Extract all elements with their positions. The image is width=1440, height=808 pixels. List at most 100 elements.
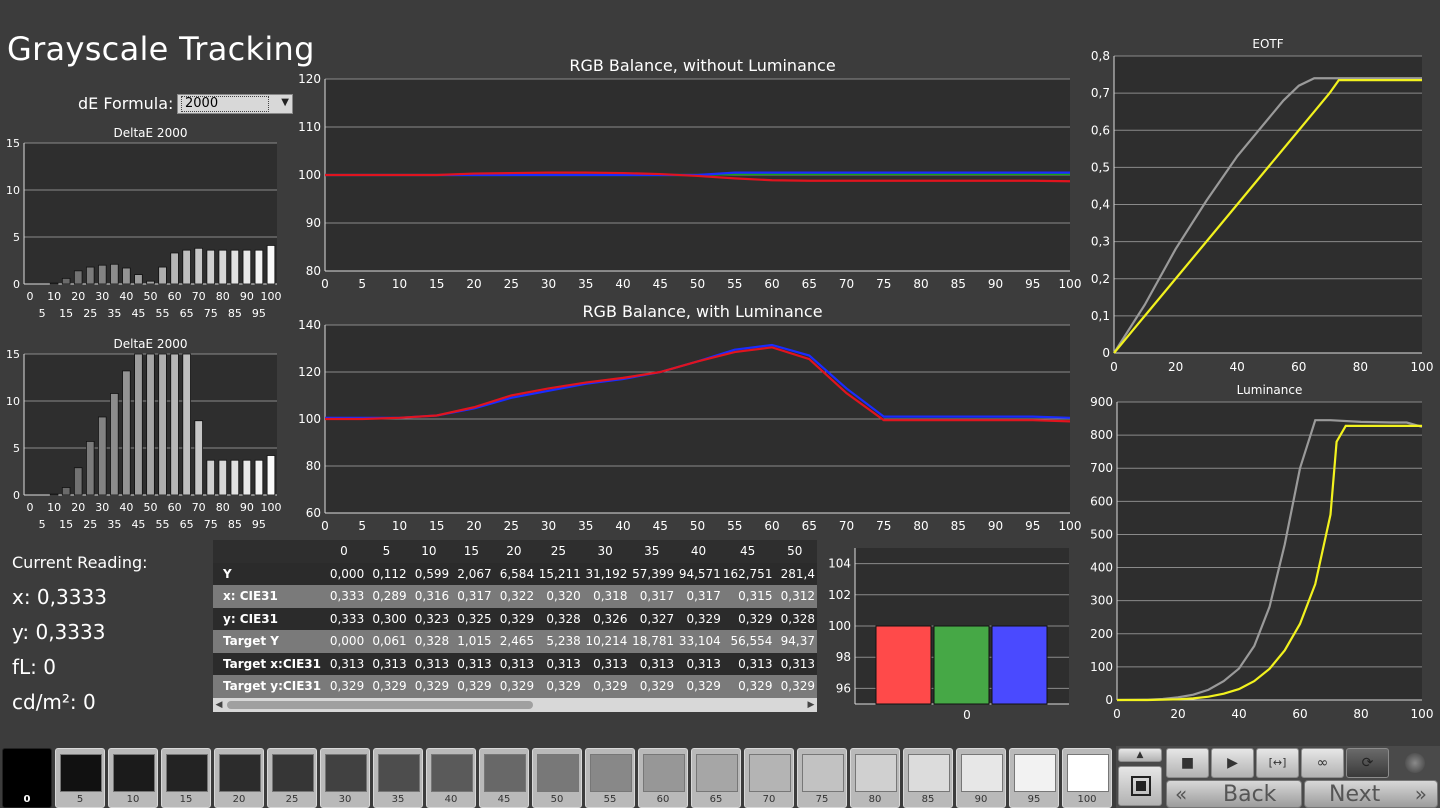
y-tick-label: 60 xyxy=(306,506,321,520)
swatch-95[interactable]: 95 xyxy=(1009,748,1059,808)
table-cell: 0,316 xyxy=(408,585,452,608)
x-tick-label: 50 xyxy=(690,519,705,533)
delta-e-bar xyxy=(61,487,71,496)
scrollbar-thumb[interactable] xyxy=(227,701,533,709)
delta-e-bar xyxy=(218,459,228,496)
table-cell: 0,313 xyxy=(774,652,817,675)
delta-e-bar xyxy=(170,353,179,496)
swatch-35[interactable]: 35 xyxy=(373,748,423,808)
up-arrow-button[interactable]: ▲ xyxy=(1118,748,1162,762)
swatch-60[interactable]: 60 xyxy=(638,748,688,808)
table-cell: 0,317 xyxy=(451,585,494,608)
swatch-color-chip xyxy=(484,754,526,792)
swatch-75[interactable]: 75 xyxy=(797,748,847,808)
x-tick-label: 25 xyxy=(504,277,519,291)
y-tick-label: 400 xyxy=(1090,561,1113,575)
swatch-color-chip xyxy=(219,754,261,792)
swatch-40[interactable]: 40 xyxy=(426,748,476,808)
play-button[interactable]: ▶ xyxy=(1211,748,1254,778)
refresh-button[interactable]: ⟳ xyxy=(1346,748,1389,778)
swatch-label: 20 xyxy=(232,794,246,805)
swatch-0[interactable]: 0 xyxy=(2,748,52,808)
back-button[interactable]: « Back xyxy=(1166,780,1302,808)
delta-e-bar xyxy=(218,249,228,285)
table-row[interactable]: y: CIE31 0,333 0,300 0,323 0,325 0,329 0,328 0,… xyxy=(213,607,817,630)
loop-range-button[interactable]: [↔] xyxy=(1256,748,1299,778)
scroll-left-icon[interactable]: ◀ xyxy=(213,698,225,712)
x-tick-label: 0 xyxy=(963,708,971,722)
x-tick-label: 30 xyxy=(95,501,109,514)
next-button[interactable]: Next » xyxy=(1304,780,1438,808)
row-label: Target x:CIE31 xyxy=(213,652,324,675)
x-tick-label: 80 xyxy=(1353,707,1368,721)
x-tick-label: 90 xyxy=(988,277,1003,291)
table-cell: 0,329 xyxy=(676,675,723,698)
y-tick-label: 10 xyxy=(6,184,20,197)
swatch-30[interactable]: 30 xyxy=(320,748,370,808)
table-row[interactable]: Y 0,000 0,112 0,599 2,067 6,584 15,211 31,192 57… xyxy=(213,562,817,585)
x-tick-label: 20 xyxy=(466,277,481,291)
swatch-55[interactable]: 55 xyxy=(585,748,635,808)
swatch-100[interactable]: 100 xyxy=(1062,748,1112,808)
continuous-button[interactable]: ∞ xyxy=(1301,748,1344,778)
swatch-color-chip xyxy=(378,754,420,792)
stop-large-button[interactable] xyxy=(1118,766,1162,806)
table-cell: 94,571 xyxy=(676,562,723,585)
delta-e-bar xyxy=(206,249,215,285)
x-tick-label: 10 xyxy=(392,277,407,291)
x-tick-label: 80 xyxy=(913,277,928,291)
x-tick-label: 100 xyxy=(260,290,281,303)
row-label: Target y:CIE31 xyxy=(213,675,324,698)
x-tick-label: 95 xyxy=(1025,519,1040,533)
swatch-color-chip xyxy=(1067,754,1109,792)
back-button-label: Back xyxy=(1223,782,1277,807)
x-tick-label: 85 xyxy=(951,277,966,291)
x-tick-label: 5 xyxy=(39,307,46,320)
x-tick-label: 40 xyxy=(1230,360,1245,374)
swatch-90[interactable]: 90 xyxy=(956,748,1006,808)
swatch-80[interactable]: 80 xyxy=(850,748,900,808)
table-row[interactable]: Target y:CIE31 0,329 0,329 0,329 0,329 0,329 0… xyxy=(213,675,817,698)
table-cell: 5,238 xyxy=(536,630,583,653)
stop-button[interactable]: ■ xyxy=(1166,748,1209,778)
plot-area xyxy=(1117,402,1422,700)
table-row[interactable]: Target x:CIE31 0,313 0,313 0,313 0,313 0,313 0… xyxy=(213,652,817,675)
swatch-label: 60 xyxy=(656,794,670,805)
x-tick-label: 20 xyxy=(466,519,481,533)
table-cell: 2,465 xyxy=(493,630,537,653)
x-tick-label: 60 xyxy=(764,277,779,291)
table-cell: 0,061 xyxy=(366,630,409,653)
y-tick-label: 100 xyxy=(298,412,321,426)
scroll-right-icon[interactable]: ▶ xyxy=(805,698,817,712)
table-cell: 0,313 xyxy=(629,652,677,675)
swatch-5[interactable]: 5 xyxy=(55,748,105,808)
x-tick-label: 25 xyxy=(83,518,97,531)
delta-e-bar xyxy=(266,455,276,496)
table-row[interactable]: Target Y 0,000 0,061 0,328 1,015 2,465 5,238 10… xyxy=(213,630,817,653)
delta-e-bar xyxy=(98,416,107,496)
chart-title: DeltaE 2000 xyxy=(114,337,188,351)
delta-e-bar xyxy=(242,459,252,496)
table-horizontal-scrollbar[interactable]: ◀ ▶ xyxy=(213,698,817,712)
table-cell: 0,327 xyxy=(629,607,677,630)
table-cell: 0,313 xyxy=(676,652,723,675)
swatch-45[interactable]: 45 xyxy=(479,748,529,808)
swatch-25[interactable]: 25 xyxy=(267,748,317,808)
swatch-50[interactable]: 50 xyxy=(532,748,582,808)
y-tick-label: 500 xyxy=(1090,527,1113,541)
swatch-10[interactable]: 10 xyxy=(108,748,158,808)
table-row[interactable]: x: CIE31 0,333 0,289 0,316 0,317 0,322 0,320 0,… xyxy=(213,585,817,608)
swatch-label: 85 xyxy=(921,794,935,805)
swatch-70[interactable]: 70 xyxy=(744,748,794,808)
swatch-color-chip xyxy=(590,754,632,792)
y-tick-label: 5 xyxy=(13,231,20,244)
chart-5: 0 100 200 300 400 500 600 700 800 900 Luminance 0 20… xyxy=(1090,383,1433,721)
swatch-label: 35 xyxy=(391,794,405,805)
data-table[interactable]: 0 5 10 15 20 25 30 35 40 45 50 Y 0,000 0,112 0,599 2,06… xyxy=(213,540,817,712)
swatch-20[interactable]: 20 xyxy=(214,748,264,808)
table-cell: 0,329 xyxy=(676,607,723,630)
x-tick-label: 35 xyxy=(578,277,593,291)
swatch-65[interactable]: 65 xyxy=(691,748,741,808)
swatch-15[interactable]: 15 xyxy=(161,748,211,808)
swatch-85[interactable]: 85 xyxy=(903,748,953,808)
